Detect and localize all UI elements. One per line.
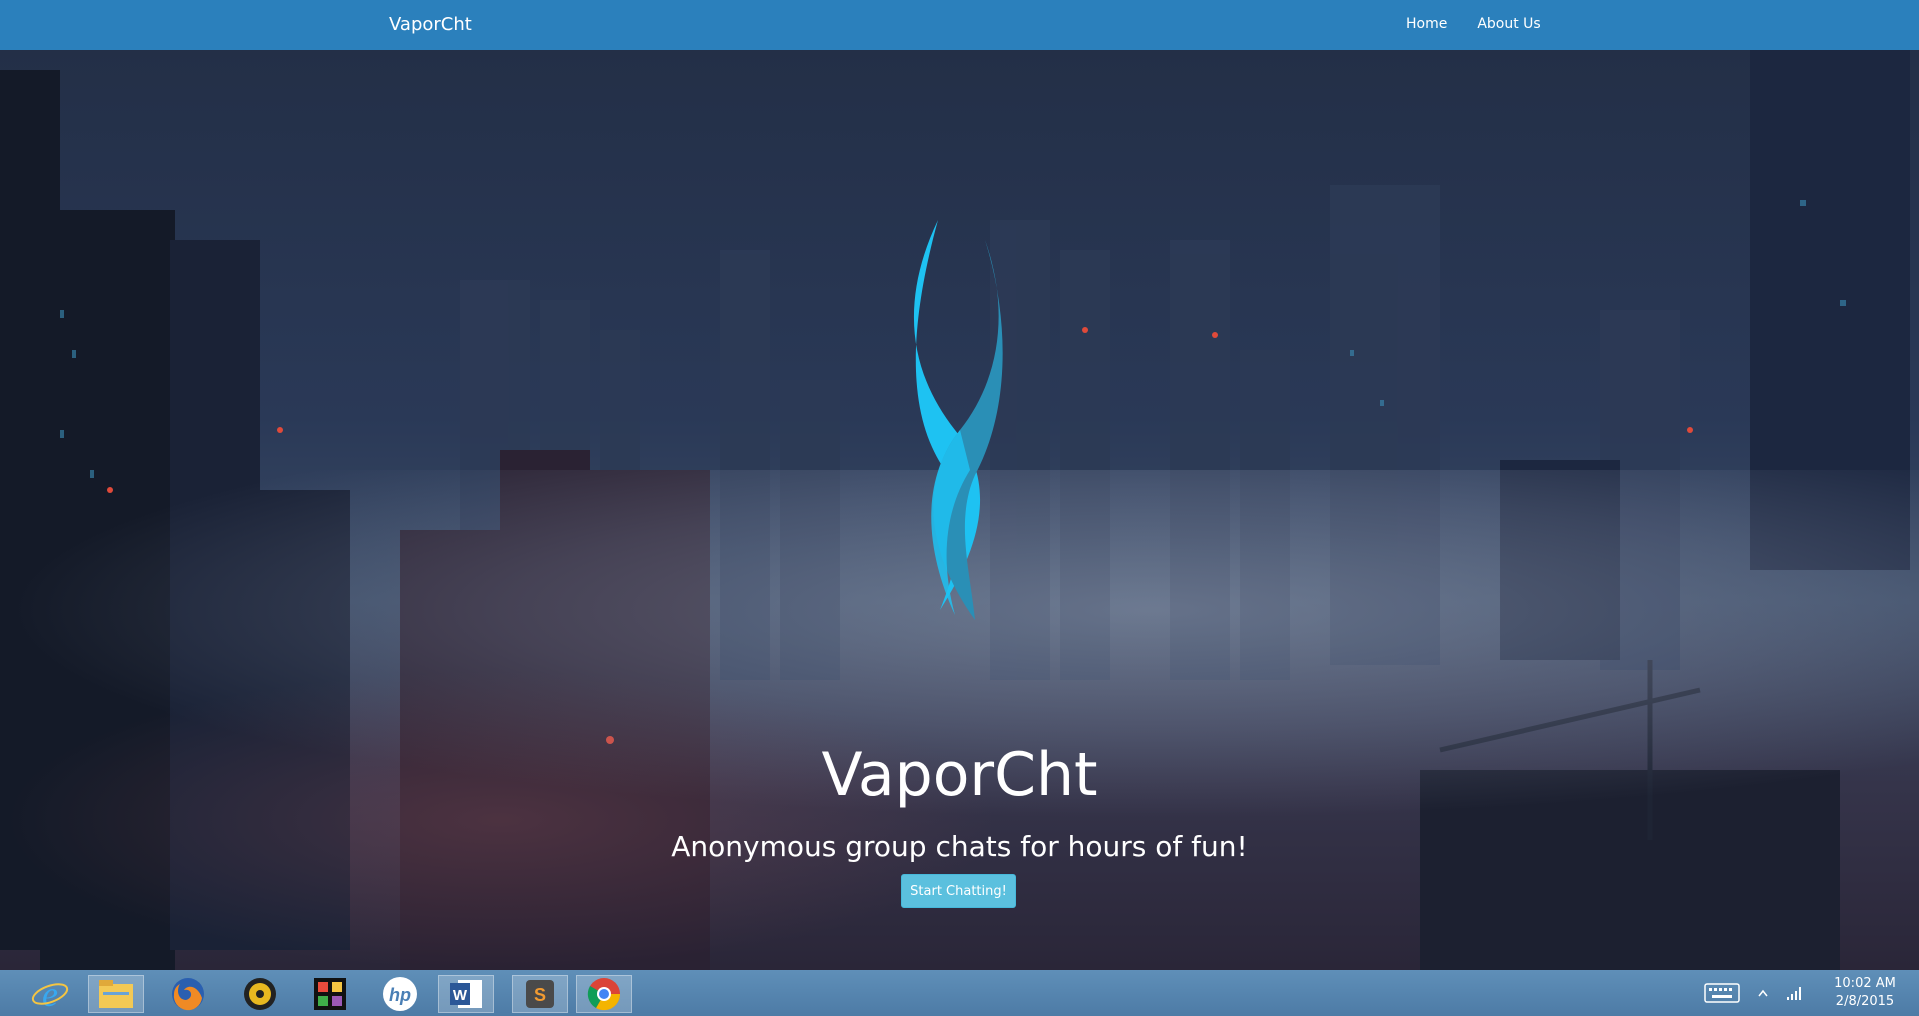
windows-taskbar: e hp W S 10:02 AM 2/8/2015	[0, 970, 1919, 1016]
clock-date: 2/8/2015	[1835, 994, 1895, 1009]
nav-about-link[interactable]: About Us	[1477, 16, 1540, 32]
svg-text:S: S	[534, 985, 546, 1005]
svg-text:hp: hp	[389, 985, 411, 1005]
hero-section: VaporCht Anonymous group chats for hours…	[0, 50, 1919, 970]
vaporcht-logo-icon	[913, 220, 1003, 620]
word-icon[interactable]: W	[438, 975, 494, 1013]
navbar: VaporCht Home About Us	[0, 0, 1919, 50]
nav-home-link[interactable]: Home	[1406, 16, 1447, 32]
hero-title: VaporCht	[821, 740, 1098, 810]
clock-time: 10:02 AM	[1834, 976, 1896, 991]
start-chatting-button[interactable]: Start Chatting!	[901, 874, 1016, 908]
svg-text:W: W	[453, 987, 468, 1004]
system-tray	[1704, 970, 1802, 1016]
network-signal-icon[interactable]	[1786, 985, 1802, 1001]
sublime-text-icon[interactable]: S	[512, 975, 568, 1013]
svg-text:e: e	[42, 974, 58, 1014]
red-haze-overlay	[0, 670, 1000, 970]
media-player-icon[interactable]	[232, 975, 288, 1013]
firefox-icon[interactable]	[160, 975, 216, 1013]
keyboard-icon[interactable]	[1704, 983, 1740, 1003]
nav-links: Home About Us	[1406, 16, 1541, 32]
hero-subtitle: Anonymous group chats for hours of fun!	[671, 830, 1248, 863]
hp-icon[interactable]: hp	[372, 975, 428, 1013]
navbar-brand[interactable]: VaporCht	[389, 14, 472, 35]
internet-explorer-icon[interactable]: e	[22, 974, 78, 1014]
puzzle-app-icon[interactable]	[302, 975, 358, 1013]
file-explorer-icon[interactable]	[88, 975, 144, 1013]
clock[interactable]: 10:02 AM 2/8/2015	[1820, 975, 1910, 1011]
show-hidden-icons-chevron-up-icon[interactable]	[1758, 989, 1768, 997]
chrome-icon[interactable]	[576, 975, 632, 1013]
